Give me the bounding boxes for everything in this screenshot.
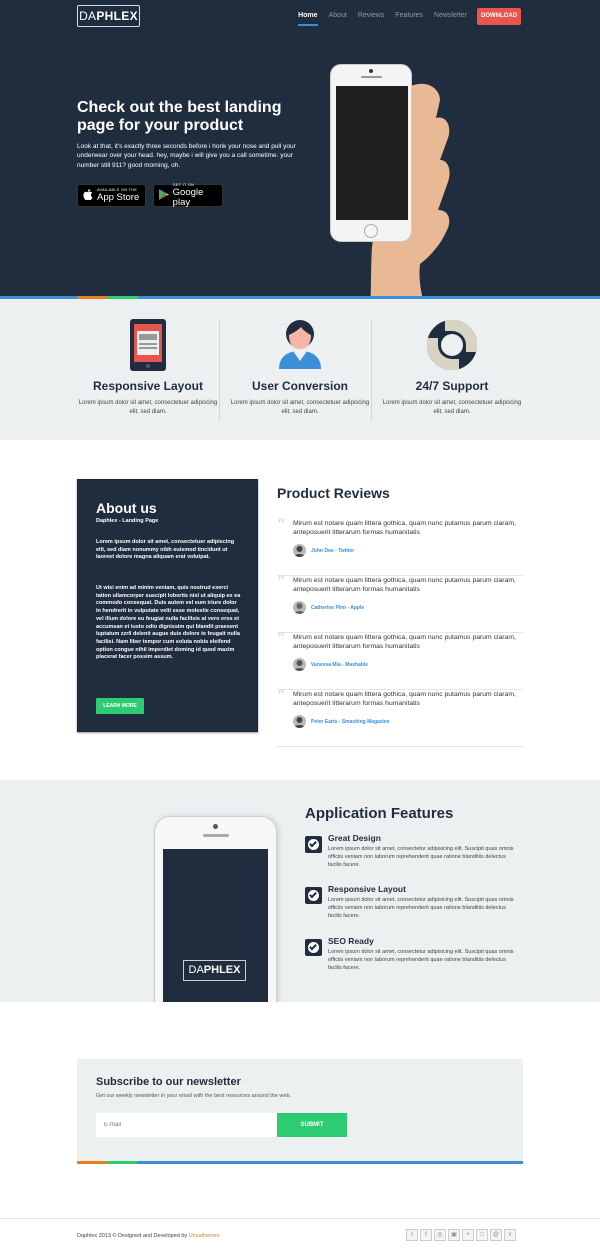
nav-reviews[interactable]: Reviews <box>358 11 384 26</box>
feature-text: Lorem ipsum dolor sit amet, consectetuer… <box>230 400 370 415</box>
plus-icon[interactable]: + <box>462 1229 474 1241</box>
review-item: “ Mirum est notare quam littera gothica,… <box>277 686 523 747</box>
review-text: Mirum est notare quam littera gothica, q… <box>293 691 516 707</box>
newsletter-title: Subscribe to our newsletter <box>96 1076 241 1088</box>
app-feature-text: Lorem ipsum dolor sit amet, consectetur … <box>328 949 514 971</box>
logo[interactable]: DAPHLEX <box>77 5 140 27</box>
review-author-link[interactable]: Vanessa Mia - Mashable <box>311 662 368 668</box>
quote-icon: “ <box>277 572 286 591</box>
quote-icon: “ <box>277 629 286 648</box>
hero-text: Look at that, it's exactly three seconds… <box>77 143 296 169</box>
review-author-link[interactable]: John Doe - Twitter <box>311 548 354 554</box>
download-button[interactable]: DOWNLOAD <box>477 8 521 25</box>
google-play-icon <box>158 188 170 203</box>
user-icon <box>279 320 321 369</box>
email-input[interactable] <box>96 1113 278 1137</box>
review-item: “ Mirum est notare quam littera gothica,… <box>277 515 523 576</box>
app-feature-text: Lorem ipsum dolor sit amet, consectetur … <box>328 897 514 919</box>
hero-phone <box>330 64 412 242</box>
quote-icon: “ <box>277 515 286 534</box>
social-links: t f ◎ ▣ + □ @ v <box>404 1229 516 1241</box>
submit-button[interactable]: SUBMIT <box>277 1113 347 1137</box>
lifebuoy-icon <box>427 320 477 370</box>
main-nav: Home About Reviews Features Newsletter <box>287 11 467 26</box>
tablet-icon <box>130 319 166 371</box>
facebook-icon[interactable]: f <box>420 1229 432 1241</box>
avatar <box>293 601 306 614</box>
vimeo-icon[interactable]: v <box>504 1229 516 1241</box>
about-paragraph-2: Ut wisi enim ad minim veniam, quis nostr… <box>96 585 241 661</box>
app-feature-title: Responsive Layout <box>328 884 406 894</box>
feature-divider <box>371 319 372 421</box>
author-link[interactable]: Unzathemes <box>189 1233 220 1239</box>
nav-home[interactable]: Home <box>298 11 318 26</box>
footer-divider <box>0 1218 600 1219</box>
feature-text: Lorem ipsum dolor sit amet, consectetuer… <box>382 400 522 415</box>
app-features-title: Application Features <box>305 805 454 822</box>
app-features-section: DAPHLEX Application Features Great Desig… <box>0 780 600 1002</box>
about-subtitle: Daphlex - Landing Page <box>96 518 159 524</box>
app-phone: DAPHLEX <box>154 816 277 1002</box>
about-box: About us Daphlex - Landing Page Lorem ip… <box>77 479 258 732</box>
flickr-icon[interactable]: □ <box>476 1229 488 1241</box>
newsletter-subtitle: Get our weekly newsletter in your email … <box>96 1093 292 1099</box>
instagram-icon[interactable]: ▣ <box>448 1229 460 1241</box>
app-store-button[interactable]: AVAILABLE ON THE App Store <box>77 184 146 207</box>
feature-text: Lorem ipsum dolor sit amet, consectetuer… <box>78 400 218 415</box>
about-paragraph-1: Lorem ipsum dolor sit amet, consectetuer… <box>96 539 235 561</box>
learn-more-button[interactable]: LEARN MORE <box>96 698 144 714</box>
nav-newsletter[interactable]: Newsletter <box>434 11 467 26</box>
review-text: Mirum est notare quam littera gothica, q… <box>293 577 516 593</box>
review-text: Mirum est notare quam littera gothica, q… <box>293 520 516 536</box>
app-feature-title: Great Design <box>328 833 381 843</box>
review-text: Mirum est notare quam littera gothica, q… <box>293 634 516 650</box>
app-feature-text: Lorem ipsum dolor sit amet, consectetur … <box>328 846 514 868</box>
review-item: “ Mirum est notare quam littera gothica,… <box>277 572 523 633</box>
reviews-title: Product Reviews <box>277 485 390 501</box>
app-feature-title: SEO Ready <box>328 936 374 946</box>
copyright: Daphlex 2013 © Designed and Developed by… <box>77 1233 220 1239</box>
feature-title: User Conversion <box>251 379 349 393</box>
feature-title: Responsive Layout <box>92 379 204 393</box>
review-author-link[interactable]: Catherine Pilm - Apple <box>311 605 364 611</box>
avatar <box>293 658 306 671</box>
phone-logo: DAPHLEX <box>183 960 246 981</box>
at-icon[interactable]: @ <box>490 1229 502 1241</box>
hero-title: Check out the best landing page for your… <box>77 99 282 134</box>
nav-about[interactable]: About <box>329 11 347 26</box>
dribbble-icon[interactable]: ◎ <box>434 1229 446 1241</box>
about-title: About us <box>96 500 157 516</box>
quote-icon: “ <box>277 686 286 705</box>
avatar <box>293 715 306 728</box>
features-row: Responsive Layout Lorem ipsum dolor sit … <box>0 299 600 440</box>
twitter-icon[interactable]: t <box>406 1229 418 1241</box>
apple-icon <box>82 188 94 203</box>
newsletter-box: Subscribe to our newsletter Get our week… <box>77 1059 523 1162</box>
hero-section: DAPHLEX Home About Reviews Features News… <box>0 0 600 297</box>
nav-features[interactable]: Features <box>395 11 423 26</box>
google-play-button[interactable]: GET IT ON Google play <box>153 183 223 208</box>
newsletter-stripe <box>77 1161 523 1164</box>
review-item: “ Mirum est notare quam littera gothica,… <box>277 629 523 690</box>
feature-title: 24/7 Support <box>415 379 489 393</box>
review-author-link[interactable]: Peter Earts - Smashing Magazine <box>311 719 390 725</box>
avatar <box>293 544 306 557</box>
feature-divider <box>219 319 220 421</box>
